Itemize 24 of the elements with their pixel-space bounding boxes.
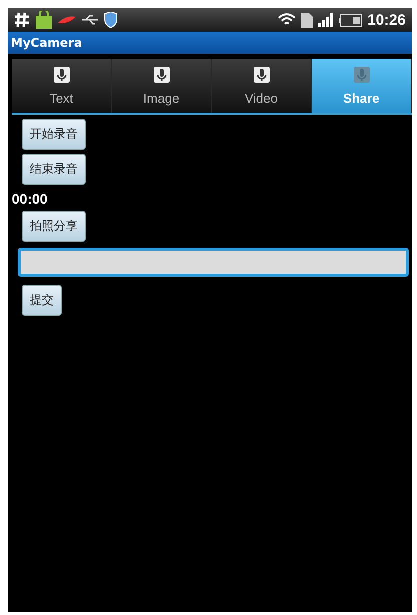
- hash-icon: [14, 12, 30, 28]
- wifi-icon: [278, 13, 296, 27]
- microphone-icon: [254, 66, 270, 82]
- usb-icon: [81, 14, 99, 26]
- action-button[interactable]: 提交: [22, 285, 62, 316]
- shopping-bag-icon: [35, 11, 53, 29]
- tab[interactable]: Text: [12, 59, 112, 113]
- microphone-icon: [54, 66, 70, 82]
- action-button[interactable]: 开始录音: [22, 119, 86, 150]
- app-title: MyCamera: [8, 32, 412, 54]
- action-button[interactable]: 结束录音: [22, 154, 86, 185]
- signal-icon: [318, 13, 334, 27]
- tab[interactable]: Image: [112, 59, 212, 113]
- microphone-icon: [354, 66, 370, 82]
- input-field[interactable]: [18, 248, 409, 277]
- action-button[interactable]: 拍照分享: [22, 211, 86, 242]
- clock-time: 10:26: [368, 12, 406, 28]
- shield-icon: [104, 12, 118, 28]
- bird-icon: [58, 15, 76, 25]
- sim-card-icon: [300, 12, 313, 28]
- microphone-icon: [154, 66, 170, 82]
- battery-icon: [338, 14, 363, 26]
- timer-text: 00:00: [12, 191, 48, 207]
- tab[interactable]: Video: [212, 59, 312, 113]
